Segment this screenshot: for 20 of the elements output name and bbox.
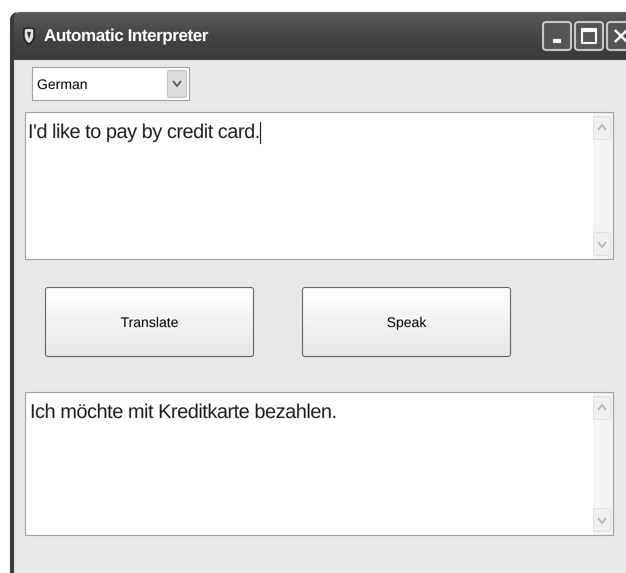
scroll-up-icon[interactable] — [593, 396, 611, 420]
output-text: Ich möchte mit Kreditkarte bezahlen. — [30, 401, 337, 423]
language-dropdown[interactable]: German — [32, 67, 190, 101]
scroll-bar[interactable] — [593, 113, 613, 259]
scroll-down-icon[interactable] — [593, 232, 611, 256]
minimize-icon — [553, 39, 561, 43]
maximize-button[interactable] — [574, 21, 604, 51]
scroll-down-icon[interactable] — [593, 508, 611, 532]
close-icon — [613, 28, 626, 44]
input-text-area[interactable]: I'd like to pay by credit card. — [25, 112, 614, 260]
window-title: Automatic Interpreter — [44, 25, 208, 48]
translate-button[interactable]: Translate — [45, 287, 254, 357]
scroll-up-icon[interactable] — [593, 116, 611, 140]
shield-icon — [22, 27, 36, 45]
output-text-area[interactable]: Ich möchte mit Kreditkarte bezahlen. — [25, 392, 614, 536]
input-text: I'd like to pay by credit card. — [28, 121, 260, 143]
minimize-button[interactable] — [542, 21, 572, 51]
scroll-bar[interactable] — [593, 393, 613, 535]
maximize-icon — [581, 28, 597, 44]
speak-button[interactable]: Speak — [302, 287, 511, 357]
